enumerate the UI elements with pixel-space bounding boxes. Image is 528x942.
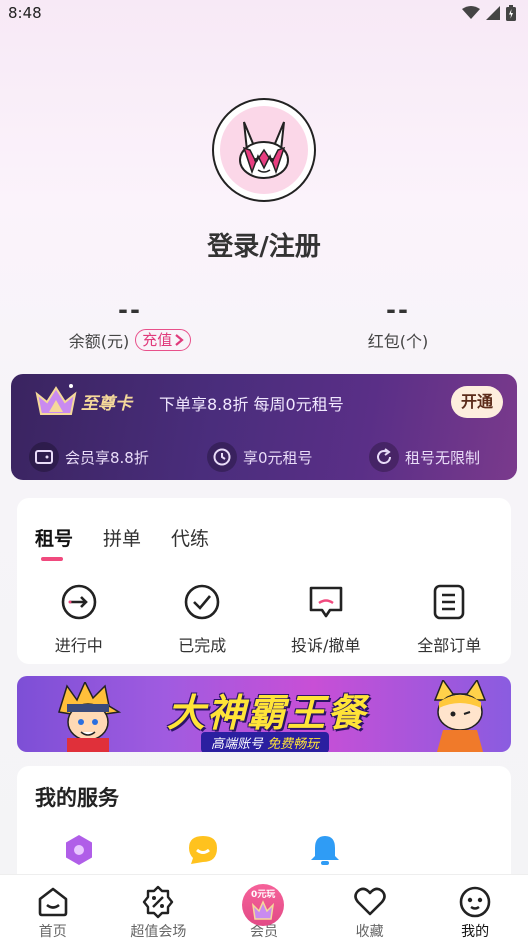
signal-icon xyxy=(486,6,500,20)
status-time: 8:48 xyxy=(8,4,42,22)
tab-boosting[interactable]: 代练 xyxy=(171,524,209,551)
order-tabs: 租号 拼单 代练 xyxy=(35,524,209,561)
perk-item-unlimited: 租号无限制 xyxy=(369,442,480,472)
nav-member[interactable]: 0元玩 会员 xyxy=(211,875,317,942)
banner-subtitle-highlight: 免费畅玩 xyxy=(267,737,320,752)
perk-label: 租号无限制 xyxy=(405,448,481,467)
discount-icon xyxy=(143,885,174,919)
wallet-icon xyxy=(29,442,59,472)
login-register-link[interactable]: 登录/注册 xyxy=(0,226,528,263)
nav-label: 超值会场 xyxy=(130,924,187,940)
order-completed[interactable]: 已完成 xyxy=(141,582,265,656)
vip-description: 下单享8.8折 每周0元租号 xyxy=(159,395,344,414)
home-icon xyxy=(38,887,68,917)
character-left-icon xyxy=(58,682,122,752)
clock-icon xyxy=(207,442,237,472)
chat-bubble-icon[interactable] xyxy=(187,834,219,866)
avatar[interactable] xyxy=(212,98,316,202)
vip-perks: 会员享8.8折 享0元租号 租号无限制 xyxy=(11,434,517,474)
heart-icon xyxy=(353,887,386,916)
perk-label: 会员享8.8折 xyxy=(65,448,149,467)
chevron-right-icon xyxy=(175,334,184,346)
balance-value: -- xyxy=(118,296,142,324)
order-action-label: 进行中 xyxy=(54,636,103,655)
tab-label: 拼单 xyxy=(103,528,142,550)
hexagon-icon[interactable] xyxy=(63,834,95,866)
nav-deals[interactable]: 超值会场 xyxy=(106,875,212,942)
order-all[interactable]: 全部订单 xyxy=(388,582,512,656)
status-bar: 8:48 xyxy=(0,0,528,26)
mascot-logo-icon xyxy=(239,121,289,179)
banner-subtitle: 高端账号 免费畅玩 xyxy=(201,732,330,752)
recharge-button[interactable]: 充值 xyxy=(135,329,192,351)
tab-rent[interactable]: 租号 xyxy=(35,524,74,561)
bottom-nav: 首页 超值会场 0元玩 会员 收藏 我的 xyxy=(0,874,528,942)
status-icons xyxy=(462,5,516,21)
order-in-progress[interactable]: 进行中 xyxy=(17,582,141,656)
perk-item-discount: 会员享8.8折 xyxy=(29,442,149,472)
red-packet-label-row: 红包(个) xyxy=(298,328,498,352)
vip-card[interactable]: 至尊卡 下单享8.8折 每周0元租号 开通 会员享8.8折 享0元租号 租号无限… xyxy=(11,374,517,480)
bell-icon[interactable] xyxy=(309,834,341,866)
nav-label: 我的 xyxy=(461,924,490,940)
face-icon xyxy=(459,886,491,918)
crown-icon xyxy=(252,900,275,920)
wifi-icon xyxy=(462,6,480,19)
orders-card: 租号 拼单 代练 进行中 已完成 投诉/撤单 全部订单 xyxy=(17,498,511,664)
nav-home[interactable]: 首页 xyxy=(0,875,106,942)
recharge-label: 充值 xyxy=(142,331,173,349)
in-progress-icon xyxy=(61,584,97,620)
tab-group-order[interactable]: 拼单 xyxy=(103,524,141,551)
crown-icon xyxy=(35,384,77,415)
vip-brand: 至尊卡 xyxy=(81,394,132,414)
banner-title: 大神霸王餐 xyxy=(167,691,368,735)
promo-banner[interactable]: 大神霸王餐 高端账号 免费畅玩 xyxy=(17,676,511,752)
nav-mine[interactable]: 我的 xyxy=(422,875,528,942)
balance-label-row: 余额(元) 充值 xyxy=(30,328,230,352)
banner-subtitle-prefix: 高端账号 xyxy=(211,737,264,752)
all-orders-icon xyxy=(433,584,465,620)
balance-stat[interactable]: -- 余额(元) 充值 xyxy=(30,296,230,352)
vip-header: 至尊卡 下单享8.8折 每周0元租号 开通 xyxy=(11,374,517,426)
vip-open-button[interactable]: 开通 xyxy=(450,386,503,418)
tab-active-indicator xyxy=(41,557,63,561)
order-complaint[interactable]: 投诉/撤单 xyxy=(264,582,388,656)
tab-label: 租号 xyxy=(35,528,74,550)
check-circle-icon xyxy=(184,584,220,620)
order-action-label: 全部订单 xyxy=(417,636,482,655)
red-packet-label: 红包(个) xyxy=(367,332,429,351)
order-actions: 进行中 已完成 投诉/撤单 全部订单 xyxy=(17,582,511,656)
nav-label: 首页 xyxy=(38,924,67,940)
battery-icon xyxy=(506,5,516,21)
red-packet-value: -- xyxy=(386,296,410,324)
refresh-icon xyxy=(369,442,399,472)
balance-label: 余额(元) xyxy=(68,332,130,351)
order-action-label: 已完成 xyxy=(178,636,227,655)
nav-label: 收藏 xyxy=(355,924,384,940)
member-icon: 0元玩 xyxy=(242,884,285,926)
services-title: 我的服务 xyxy=(35,786,119,810)
order-action-label: 投诉/撤单 xyxy=(291,636,361,655)
nav-favorites[interactable]: 收藏 xyxy=(317,875,423,942)
character-right-icon xyxy=(433,680,487,752)
complaint-icon xyxy=(309,586,343,618)
perk-item-free-rent: 享0元租号 xyxy=(207,442,313,472)
tab-label: 代练 xyxy=(171,528,210,550)
red-packet-stat[interactable]: -- 红包(个) xyxy=(298,296,498,352)
perk-label: 享0元租号 xyxy=(243,448,313,467)
